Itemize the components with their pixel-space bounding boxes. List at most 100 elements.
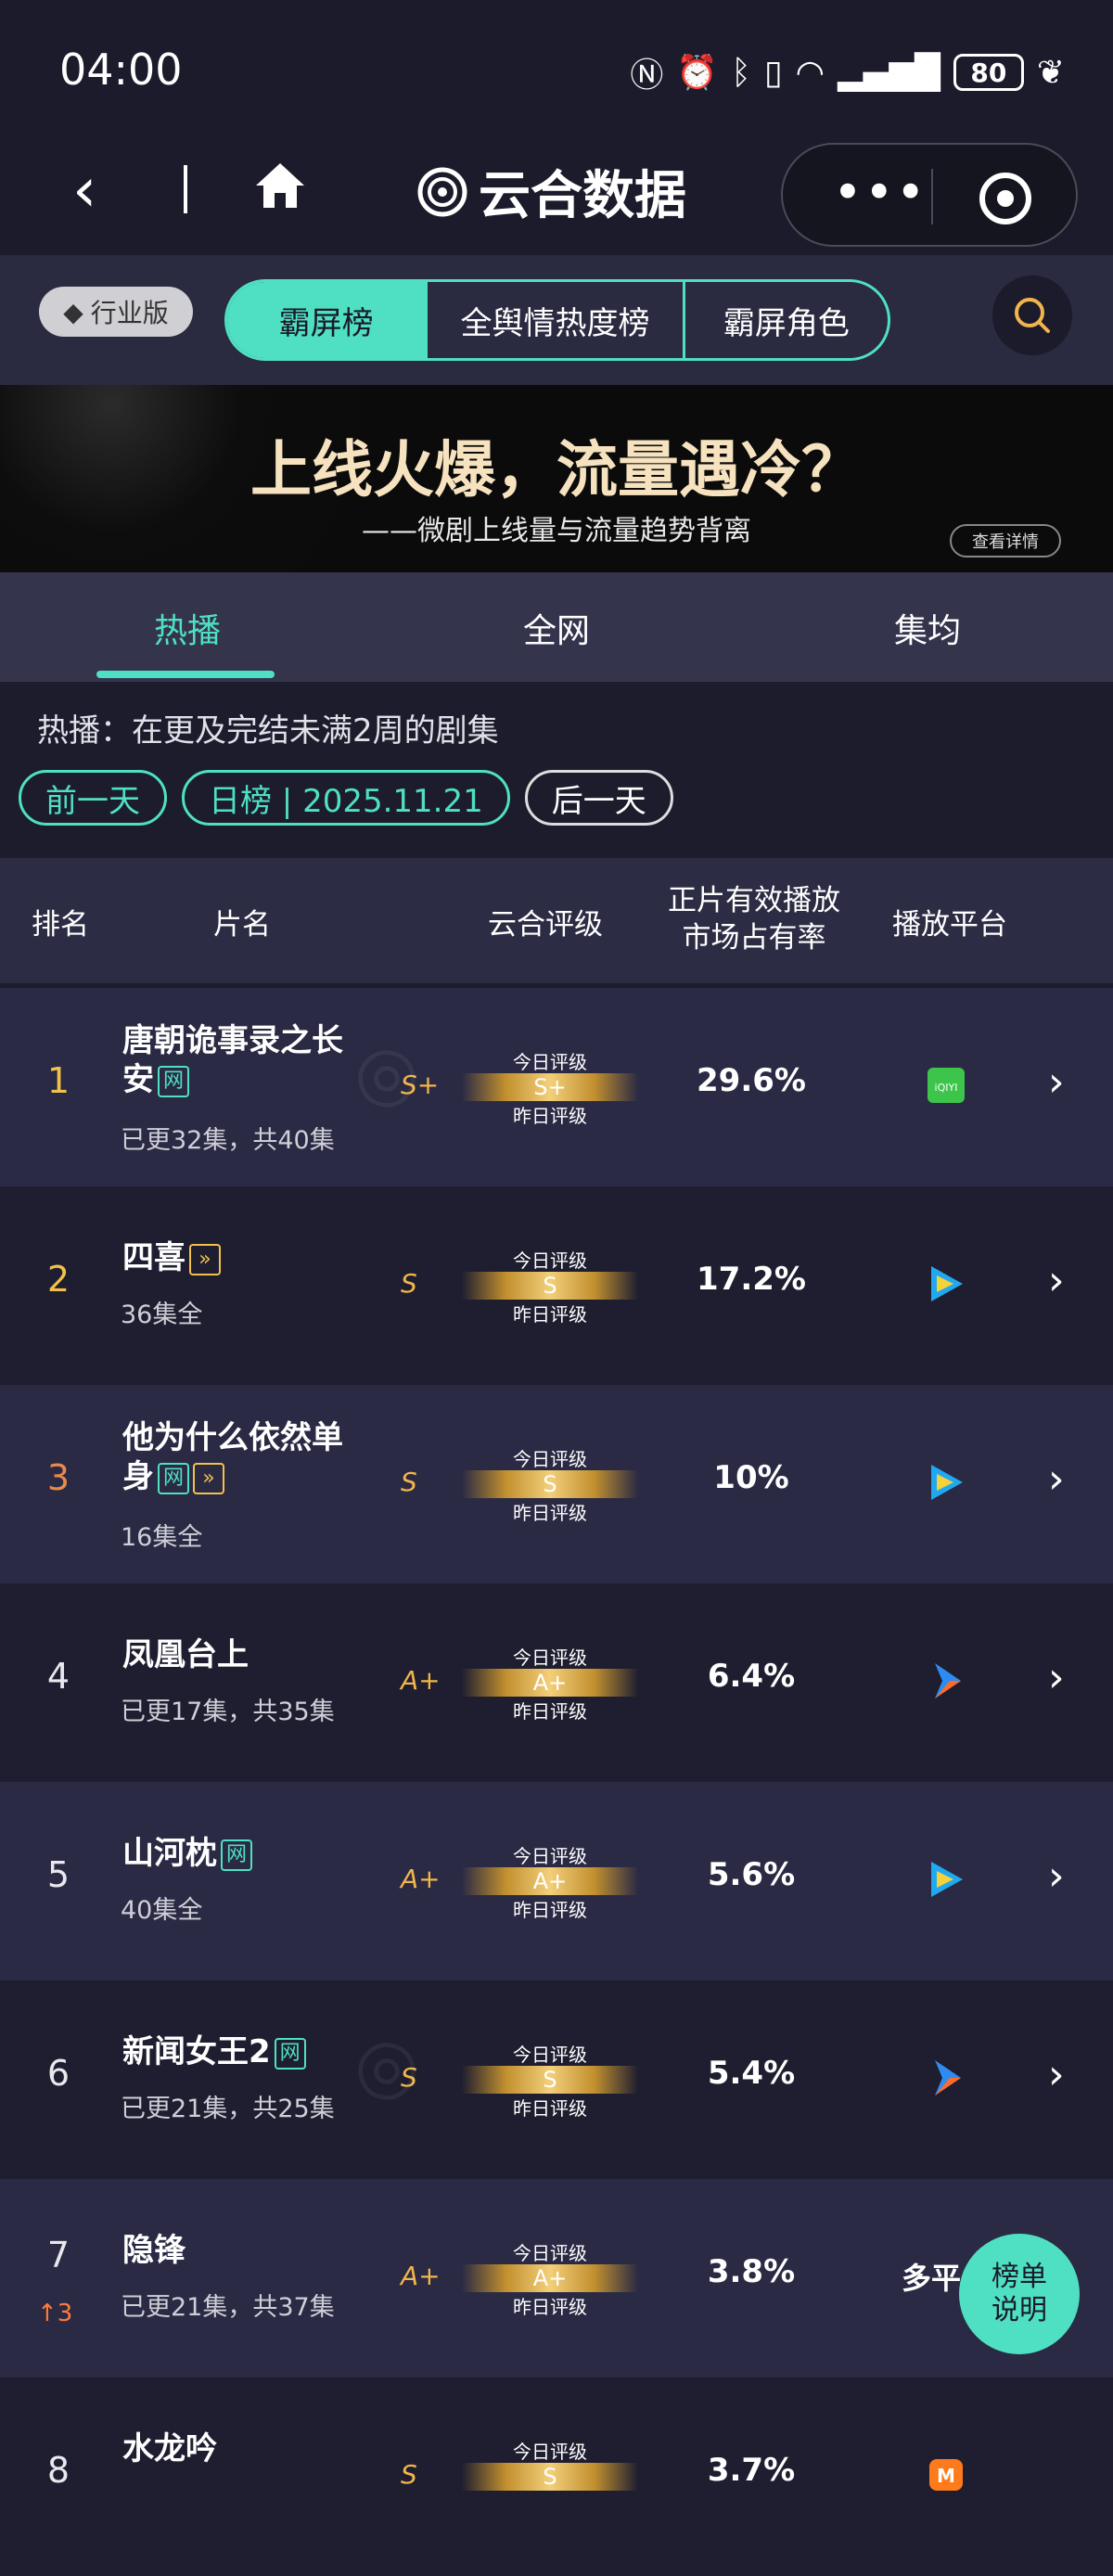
mini-program-capsule: •••: [781, 143, 1078, 247]
show-title-text: 山河枕: [122, 1835, 217, 1872]
tab-all-network[interactable]: 全网: [523, 604, 590, 652]
show-title[interactable]: 隐锋: [122, 2231, 364, 2270]
show-title-text: 他为什么依然单身: [122, 1419, 343, 1495]
signal-icon: ▂▄▆█: [838, 53, 940, 92]
show-title[interactable]: 山河枕网: [122, 1834, 364, 1873]
ranking-explanation-button[interactable]: 榜单 说明: [959, 2234, 1080, 2354]
today-grade-label: 今日评级: [513, 1051, 587, 1073]
table-row[interactable]: 8 水龙吟 S 今日评级 S 3.7% M: [0, 2377, 1113, 2576]
industry-edition-badge[interactable]: ◆ 行业版: [39, 287, 193, 337]
status-time: 04:00: [59, 45, 183, 95]
show-title-text: 唐朝诡事录之长安: [122, 1022, 343, 1098]
rank-change: ↑3: [37, 2300, 72, 2327]
today-grade-label: 今日评级: [513, 1845, 587, 1867]
tab-sentiment-ranking[interactable]: 全舆情热度榜: [428, 282, 685, 358]
home-icon[interactable]: [252, 158, 308, 213]
col-name: 片名: [213, 908, 271, 942]
yesterday-grade-label: 昨日评级: [513, 1502, 587, 1524]
grade-band-value: A+: [532, 2265, 568, 2291]
show-title[interactable]: 他为什么依然单身网»: [122, 1418, 364, 1496]
chevron-right-icon[interactable]: ›: [1048, 2051, 1065, 2098]
tab-role-ranking[interactable]: 霸屏角色: [685, 282, 888, 358]
nfc-icon: Ⓝ: [630, 57, 664, 95]
show-title[interactable]: 水龙吟: [122, 2429, 364, 2468]
col-share: 正片有效播放 市场占有率: [668, 882, 840, 956]
rank-number: 8: [46, 2450, 70, 2491]
tencent-video-icon: [931, 1862, 963, 1897]
current-date-button[interactable]: 日榜 | 2025.11.21: [182, 770, 510, 826]
market-share: 3.7%: [707, 2452, 796, 2489]
close-target-icon[interactable]: [979, 173, 1031, 224]
prev-day-button[interactable]: 前一天: [19, 770, 167, 826]
chevron-right-icon[interactable]: ›: [1048, 1455, 1065, 1503]
network-tag-icon: 网: [274, 2037, 306, 2070]
yesterday-grade-label: 昨日评级: [513, 1700, 587, 1723]
network-tag-icon: 网: [221, 1839, 252, 1871]
back-icon[interactable]: ‹: [72, 160, 96, 221]
grade-band-value: S: [543, 1471, 557, 1497]
mango-tv-icon: M: [929, 2459, 963, 2491]
col-share-line2: 市场占有率: [682, 921, 826, 955]
table-row[interactable]: 7 ↑3 隐锋 已更21集，共37集 A+ 今日评级 A+ 昨日评级 3.8% …: [0, 2179, 1113, 2377]
table-row[interactable]: 5 山河枕网 40集全 A+ 今日评级 A+ 昨日评级 5.6% ›: [0, 1782, 1113, 1980]
status-icons: Ⓝ ⏰ ᛒ ▯ ◠ ▂▄▆█ 80 ❦: [630, 48, 1065, 96]
table-row[interactable]: 4 凤凰台上 已更17集，共35集 A+ 今日评级 A+ 昨日评级 6.4% ›: [0, 1583, 1113, 1782]
table-row[interactable]: 2 四喜» 36集全 S 今日评级 S 昨日评级 17.2% ›: [0, 1186, 1113, 1385]
nav-title: 云合数据: [416, 154, 686, 229]
network-tag-icon: 网: [158, 1462, 189, 1494]
grade-band-value: A+: [532, 1670, 568, 1696]
svg-text:M: M: [937, 2465, 955, 2487]
svg-text:iQIYI: iQIYI: [935, 1082, 958, 1094]
tab-screen-ranking[interactable]: 霸屏榜: [227, 282, 429, 358]
rank-number: 4: [46, 1656, 70, 1697]
rank-number: 1: [46, 1060, 70, 1101]
table-row[interactable]: 6 新闻女王2 网 已更21集，共25集 S 今日评级 S 昨日评级 5.4% ›: [0, 1980, 1113, 2179]
float-line1: 榜单: [991, 2261, 1047, 2293]
rank-change-value: 3: [57, 2300, 73, 2327]
show-title[interactable]: 唐朝诡事录之长安网: [122, 1021, 364, 1099]
more-icon[interactable]: •••: [833, 163, 928, 222]
chevron-right-icon[interactable]: ›: [1048, 1058, 1065, 1106]
grade-label: A+: [401, 2261, 441, 2291]
episode-status: 36集全: [121, 1301, 203, 1329]
alarm-icon: ⏰: [676, 54, 719, 92]
yesterday-grade-label: 昨日评级: [513, 1899, 587, 1921]
chevron-right-icon[interactable]: ›: [1048, 1654, 1065, 1701]
col-grade: 云合评级: [488, 908, 603, 942]
table-row[interactable]: 3 他为什么依然单身网» 16集全 S 今日评级 S 昨日评级 10% ›: [0, 1385, 1113, 1583]
grade-meter: 今日评级 A+ 昨日评级: [462, 2242, 638, 2318]
grade-meter: 今日评级 A+ 昨日评级: [462, 1647, 638, 1723]
arrow-up-icon: ↑: [37, 2300, 58, 2327]
nav-divider: [184, 165, 187, 213]
banner-detail-button[interactable]: 查看详情: [950, 524, 1061, 557]
youku-icon: [935, 1663, 961, 1698]
ranking-list: 1 唐朝诡事录之长安网 已更32集，共40集 S+ 今日评级 S+ 昨日评级 2…: [0, 988, 1113, 2576]
rank-number: 3: [46, 1457, 70, 1498]
tab-hot[interactable]: 热播: [154, 604, 221, 652]
search-icon[interactable]: [992, 276, 1072, 355]
market-share: 29.6%: [697, 1062, 806, 1099]
chevron-right-icon[interactable]: ›: [1048, 1257, 1065, 1304]
tab-per-episode[interactable]: 集均: [894, 604, 961, 652]
today-grade-label: 今日评级: [513, 2044, 587, 2066]
today-grade-label: 今日评级: [513, 2441, 587, 2463]
show-title[interactable]: 四喜»: [122, 1238, 364, 1277]
vibrate-icon: ▯: [763, 53, 783, 92]
grade-label: S: [401, 1467, 417, 1497]
next-day-button[interactable]: 后一天: [524, 770, 673, 826]
promo-banner[interactable]: 上线火爆，流量遇冷？ ——微剧上线量与流量趋势背离 查看详情: [0, 385, 1113, 572]
today-grade-label: 今日评级: [513, 1250, 587, 1272]
show-title[interactable]: 凤凰台上: [122, 1635, 364, 1674]
yunhe-logo-icon: [417, 167, 467, 216]
table-row[interactable]: 1 唐朝诡事录之长安网 已更32集，共40集 S+ 今日评级 S+ 昨日评级 2…: [0, 988, 1113, 1186]
chevron-right-icon[interactable]: ›: [1048, 1852, 1065, 1900]
col-rank: 排名: [32, 908, 89, 942]
show-title-text: 凤凰台上: [122, 1636, 249, 1673]
top-tab-bar: ◆ 行业版 霸屏榜 全舆情热度榜 霸屏角色: [0, 255, 1113, 385]
show-title-text: 隐锋: [122, 2232, 186, 2269]
show-title[interactable]: 新闻女王2 网: [122, 2032, 364, 2071]
youku-icon: [935, 2060, 961, 2095]
market-share: 5.4%: [707, 2055, 796, 2092]
episode-status: 已更17集，共35集: [121, 1698, 335, 1726]
grade-band-value: A+: [532, 1868, 568, 1894]
